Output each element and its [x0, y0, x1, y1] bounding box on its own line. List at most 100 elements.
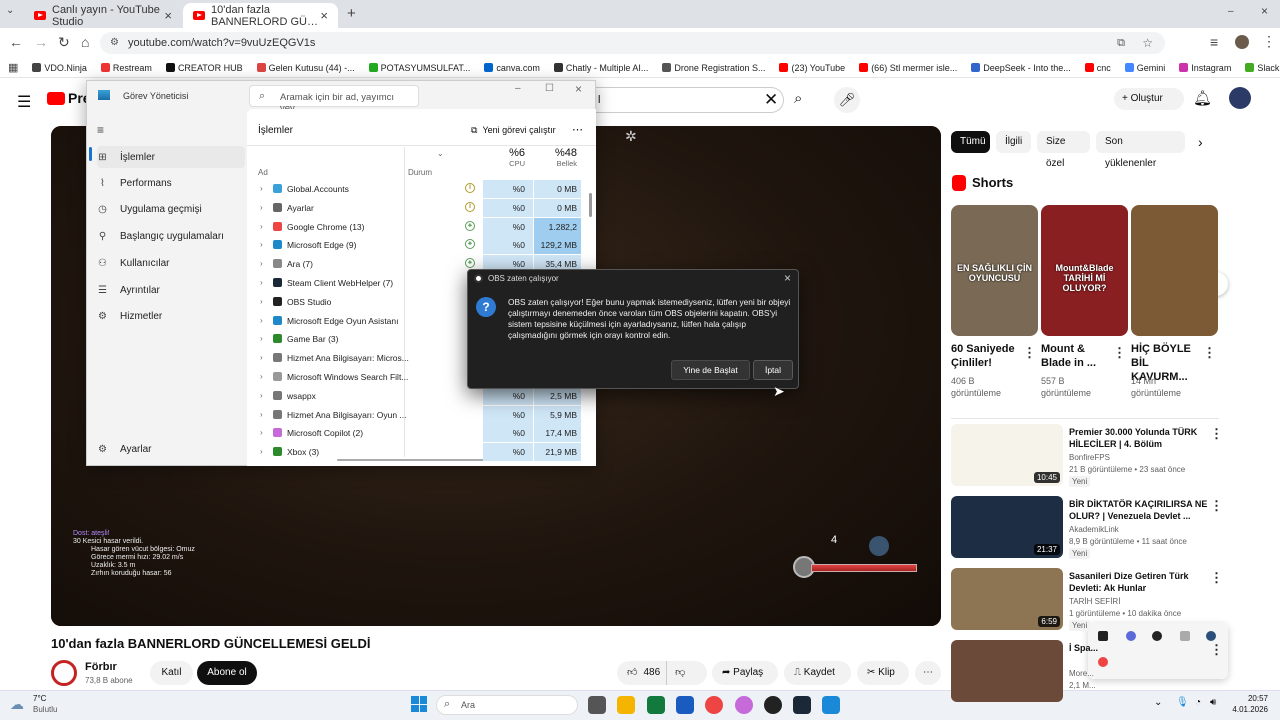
short-title[interactable]: Mount & Blade in ... [1041, 342, 1116, 370]
process-row[interactable]: › Microsoft Copilot (2) %0 17,4 MB [247, 424, 582, 443]
tab-active-video[interactable]: 10'dan fazla BANNERLORD GÜ… × [183, 3, 338, 28]
more-options-icon[interactable]: ⋮ [1210, 498, 1223, 514]
dislike-icon[interactable]: 👎︎ [666, 661, 685, 685]
process-row[interactable]: › Microsoft Edge (9) ♣ %0 129,2 MB [247, 236, 582, 255]
expand-chevron-icon[interactable]: › [260, 372, 263, 381]
expand-chevron-icon[interactable]: › [260, 297, 263, 306]
more-options-icon[interactable]: ⋮ [1203, 345, 1216, 361]
close-icon[interactable]: × [575, 82, 582, 96]
new-tab-icon[interactable]: + [347, 5, 356, 22]
bookmark-item[interactable]: Gemini [1124, 63, 1165, 73]
bookmark-item[interactable]: canva.com [484, 63, 540, 73]
process-search-input[interactable]: ⌕ Aramak için bir ad, yayımcı vey... [249, 85, 419, 114]
clock-time[interactable]: 20:57 [1236, 694, 1268, 703]
widget-icon[interactable] [1126, 631, 1136, 641]
home-icon[interactable]: ⌂ [81, 34, 89, 50]
address-bar[interactable]: ⚙ youtube.com/watch?v=9vuUzEQGV1s ⧉ ☆ [100, 32, 1165, 54]
process-row[interactable]: › Xbox (3) %0 21,9 MB [247, 443, 582, 462]
bookmark-item[interactable]: Restream [100, 63, 152, 73]
rec-title[interactable]: BİR DİKTATÖR KAÇIRILIRSA NE OLUR? | Vene… [1069, 498, 1209, 522]
menu-icon[interactable]: ⋮ [1262, 33, 1276, 50]
forward-icon[interactable]: → [34, 34, 48, 50]
nav-item[interactable]: ⌇ Performans [97, 178, 172, 189]
launch-anyway-button[interactable]: Yine de Başlat [671, 360, 750, 380]
close-tab-icon[interactable]: × [164, 8, 172, 23]
expand-chevron-icon[interactable]: › [260, 222, 263, 231]
bookmark-item[interactable]: cnc [1084, 63, 1111, 73]
obs-icon[interactable] [763, 696, 782, 714]
more-options-icon[interactable]: ⋮ [1210, 570, 1223, 586]
share-button[interactable]: ➦ Paylaş [712, 661, 778, 685]
excel-icon[interactable] [646, 696, 665, 714]
nav-item[interactable]: ◷ Uygulama geçmişi [97, 204, 202, 215]
short-thumbnail[interactable]: EN SAĞLIKLI ÇİN OYUNCUSU [951, 205, 1038, 336]
back-icon[interactable]: ← [9, 34, 23, 50]
bookmark-item[interactable]: (23) YouTube [779, 63, 845, 73]
bookmark-item[interactable]: POTASYUMSULFAT... [368, 63, 470, 73]
search-input[interactable]: l [594, 87, 784, 113]
subscribe-button[interactable]: Abone ol [197, 661, 257, 685]
maximize-icon[interactable]: ☐ [545, 83, 554, 94]
join-button[interactable]: Katıl [150, 661, 193, 685]
new-task-button[interactable]: ⧉ Yeni görevi çalıştır [471, 125, 556, 136]
mic-tray-icon[interactable]: 🎙︎ [1176, 697, 1189, 708]
rec-title[interactable]: Sasanileri Dize Getiren Türk Devleti: Ak… [1069, 570, 1209, 594]
expand-chevron-icon[interactable]: › [260, 184, 263, 193]
chip-2[interactable]: Size özel [1037, 131, 1090, 169]
clock-date[interactable]: 4.01.2026 [1226, 705, 1268, 714]
bookmark-item[interactable]: Instagram [1179, 63, 1231, 73]
chrome-icon[interactable] [1098, 657, 1108, 667]
file-explorer-icon[interactable] [617, 696, 636, 714]
weather-temp[interactable]: 7°C [33, 694, 46, 703]
close-icon[interactable]: × [784, 271, 791, 285]
save-button[interactable]: ⎍ Kaydet [784, 661, 851, 685]
steam-icon[interactable] [793, 696, 812, 714]
expand-chevron-icon[interactable]: › [260, 278, 263, 287]
hamburger-icon[interactable]: ≡ [97, 123, 104, 137]
rec-channel[interactable]: AkademikLink [1069, 524, 1119, 535]
bookmark-item[interactable]: DeepSeek - Into the... [971, 63, 1071, 73]
task-view-icon[interactable] [588, 696, 606, 714]
expand-chevron-icon[interactable]: › [260, 353, 263, 362]
short-thumbnail[interactable] [1131, 205, 1218, 336]
chevron-right-icon[interactable]: › [1198, 134, 1203, 150]
nav-item[interactable]: ⊞ İşlemler [97, 146, 245, 168]
copilot-icon[interactable] [734, 696, 753, 714]
nav-item[interactable]: ⚲ Başlangıç uygulamaları [97, 231, 224, 242]
minimize-icon[interactable]: – [515, 83, 521, 94]
column-status[interactable]: Durum [408, 168, 432, 177]
hamburger-icon[interactable]: ☰ [17, 92, 31, 112]
obs-running-dialog[interactable]: OBS zaten çalışıyor × ? OBS zaten çalışı… [467, 269, 799, 389]
mic-icon[interactable]: 🎤︎ [834, 87, 860, 113]
more-options-icon[interactable]: ⋮ [1210, 426, 1223, 442]
youtube-logo-icon[interactable] [47, 92, 65, 105]
expand-chevron-icon[interactable]: › [260, 259, 263, 268]
bookmark-item[interactable]: Chatly - Multiple AI... [553, 63, 648, 73]
scrollbar-thumb[interactable] [589, 193, 592, 217]
more-options-icon[interactable]: ⋮ [1023, 345, 1036, 361]
rec-channel[interactable]: More... [1069, 668, 1094, 679]
weather-desc[interactable]: Bulutlu [33, 705, 57, 714]
reload-icon[interactable]: ↻ [58, 34, 70, 51]
profile-avatar[interactable] [1235, 35, 1249, 49]
process-row[interactable]: › Global.Accounts ǁ %0 0 MB [247, 180, 582, 198]
short-thumbnail[interactable]: Mount&Blade TARİHİ Mİ OLUYOR? [1041, 205, 1128, 336]
rec-thumbnail[interactable]: 6:59 [951, 568, 1063, 630]
install-icon[interactable]: ⧉ [1117, 32, 1125, 54]
taskbar-search-input[interactable]: ⌕ Ara [436, 695, 578, 715]
expand-chevron-icon[interactable]: › [260, 428, 263, 437]
bookmark-star-icon[interactable]: ☆ [1142, 32, 1153, 54]
rec-title[interactable]: İ Spa... [1069, 642, 1209, 654]
column-cpu[interactable]: %6 CPU [483, 147, 533, 179]
channel-name[interactable]: Förbır [85, 661, 117, 673]
clip-button[interactable]: ✂ Klip [857, 661, 909, 685]
rec-thumbnail[interactable]: 10:45 [951, 424, 1063, 486]
channel-avatar[interactable] [51, 660, 77, 686]
expand-chevron-icon[interactable]: › [260, 391, 263, 400]
nav-settings[interactable]: ⚙ Ayarlar [97, 444, 151, 455]
account-avatar[interactable] [1229, 87, 1251, 109]
more-options-icon[interactable]: ⋮ [1210, 642, 1223, 658]
rec-channel[interactable]: TARİH SEFİRİ [1069, 596, 1120, 607]
site-info-icon[interactable]: ⚙ [110, 32, 119, 54]
volume-icon[interactable]: 🔊︎ [1210, 697, 1216, 708]
